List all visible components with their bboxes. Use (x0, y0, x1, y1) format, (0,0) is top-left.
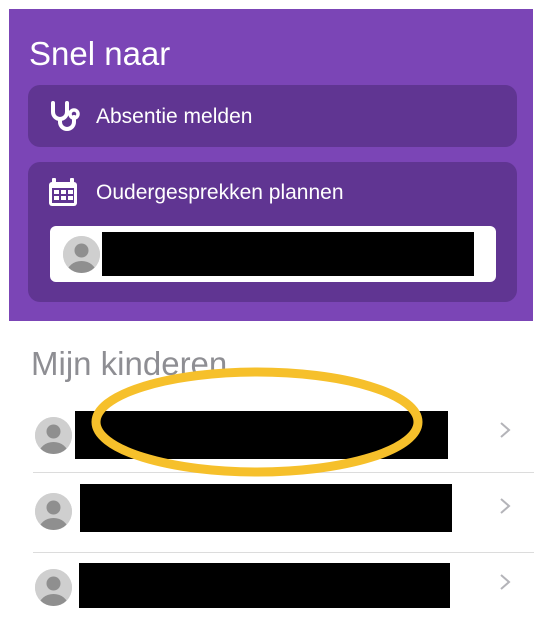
quick-actions-card: Snel naar Absentie melden Oudergesprekke… (9, 9, 533, 321)
meeting-child-select[interactable] (50, 226, 496, 282)
person-avatar (35, 493, 72, 530)
quick-actions-title: Snel naar (29, 35, 171, 72)
child-list-item[interactable] (0, 550, 534, 630)
redacted-name (75, 411, 448, 459)
redacted-name (102, 232, 474, 276)
calendar-icon (48, 177, 78, 212)
chevron-right-icon (498, 494, 516, 524)
children-section-title: Mijn kinderen (31, 345, 228, 382)
person-avatar (35, 417, 72, 454)
person-avatar (35, 569, 72, 606)
redacted-name (79, 563, 450, 608)
chevron-right-icon (498, 418, 516, 448)
child-list-item[interactable] (0, 474, 534, 554)
report-absence-label: Absentie melden (96, 105, 253, 128)
chevron-right-icon (498, 570, 516, 600)
row-divider (33, 472, 534, 473)
stethoscope-icon (48, 100, 80, 137)
redacted-name (80, 484, 452, 532)
child-list-item[interactable] (0, 396, 534, 476)
person-avatar (63, 236, 100, 273)
plan-meetings-panel: Oudergesprekken plannen (28, 162, 517, 302)
report-absence-button[interactable]: Absentie melden (28, 85, 517, 147)
plan-meetings-label[interactable]: Oudergesprekken plannen (96, 180, 344, 206)
